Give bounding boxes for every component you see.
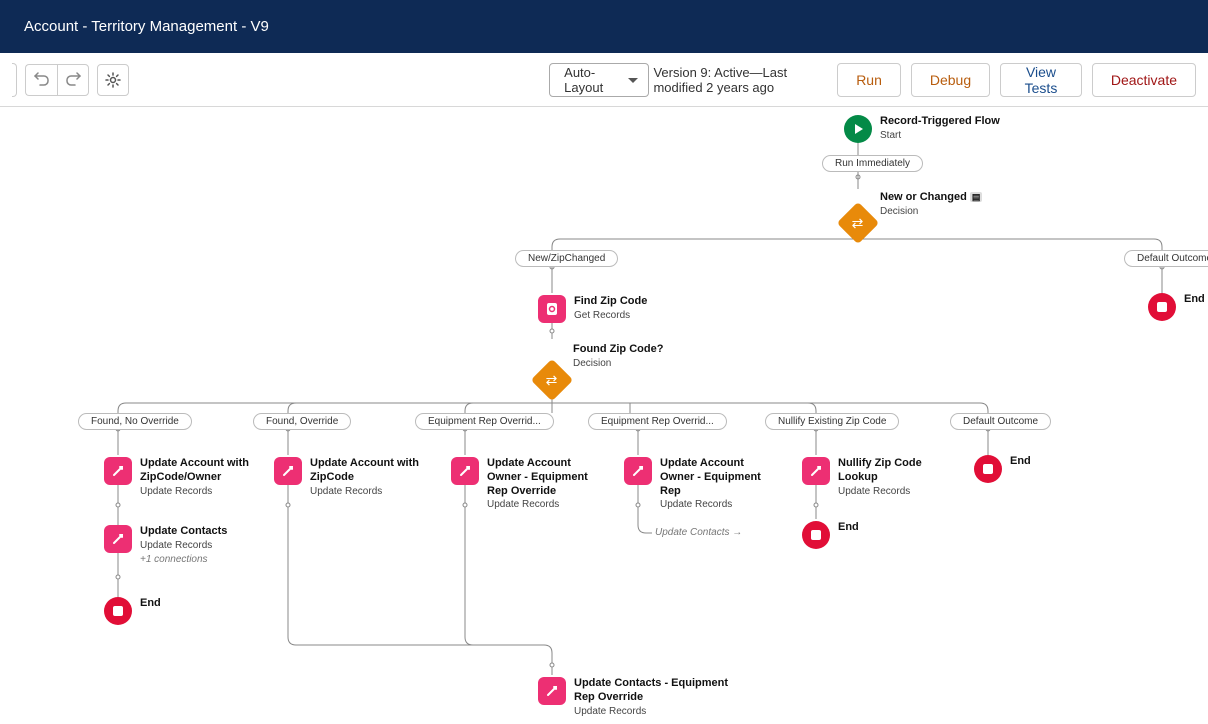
debug-button[interactable]: Debug [911,63,990,97]
decision2-label: Found Zip Code? Decision [573,343,663,371]
decision2-sub: Decision [573,358,611,369]
nc2-sub: Update Records [574,706,646,717]
decision-new-or-changed[interactable]: ⇄ [843,208,873,238]
end-node-branch6[interactable]: End [974,455,1031,483]
deactivate-button[interactable]: Deactivate [1092,63,1196,97]
end-b5-label: End [838,521,859,533]
run-immediately-pill[interactable]: Run Immediately [822,155,923,172]
redo-button[interactable] [57,64,89,96]
layout-select-label: Auto-Layout [564,65,622,95]
nc2-title: Update Contacts - Equipment Rep Override [574,677,728,703]
update-owner-equip-override[interactable]: Update Account Owner - Equipment Rep Ove… [451,457,601,512]
outcome-default-2[interactable]: Default Outcome [950,413,1051,430]
outcome-equip-override-2[interactable]: Equipment Rep Overrid... [588,413,727,430]
error-icon: ▤ [970,192,983,202]
n2-title: Update Account with ZipCode [310,457,419,483]
update-records-icon [802,457,830,485]
play-icon [844,115,872,143]
update-contacts-node[interactable]: Update Contacts Update Records +1 connecti… [104,525,227,566]
stop-icon [104,597,132,625]
nullify-zip-lookup[interactable]: Nullify Zip Code Lookup Update Records [802,457,962,498]
n2-sub: Update Records [310,486,382,497]
update-contacts-equip-override[interactable]: Update Contacts - Equipment Rep Override… [538,677,738,718]
update-records-icon [624,457,652,485]
header: Account - Territory Management - V9 [0,0,1208,53]
get-records-icon [538,295,566,323]
n5-sub: Update Records [838,486,910,497]
outcome-found-override[interactable]: Found, Override [253,413,351,430]
decision1-label: New or Changed ▤ Decision [880,191,982,219]
decision-icon: ⇄ [852,214,864,231]
end-node-branch1[interactable]: End [104,597,161,625]
flow-canvas[interactable]: Record-Triggered Flow Start Run Immediate… [0,107,1208,724]
layout-select[interactable]: Auto-Layout [549,63,649,97]
stop-icon [802,521,830,549]
update-owner-equip-rep[interactable]: Update Account Owner - Equipment Rep Upda… [624,457,774,512]
update-account-zipcode[interactable]: Update Account with ZipCode Update Record… [274,457,444,498]
version-status: Version 9: Active—Last modified 2 years … [653,65,823,95]
find-zip-sub: Get Records [574,310,630,321]
find-zip-node[interactable]: Find Zip Code Get Records [538,295,647,323]
start-sub: Start [880,130,901,141]
n4-title: Update Account Owner - Equipment Rep [660,457,761,497]
update-records-icon [104,457,132,485]
end-node-default1[interactable]: End [1148,293,1205,321]
outcome-new-zipchanged[interactable]: New/ZipChanged [515,250,618,267]
outcome-nullify[interactable]: Nullify Existing Zip Code [765,413,899,430]
undo-button[interactable] [25,64,57,96]
update-records-icon [274,457,302,485]
settings-button[interactable] [97,64,129,96]
run-button[interactable]: Run [837,63,901,97]
update-records-icon [538,677,566,705]
start-node[interactable]: Record-Triggered Flow Start [844,115,1000,143]
outcome-equip-override-1[interactable]: Equipment Rep Overrid... [415,413,554,430]
end-node-branch5[interactable]: End [802,521,859,549]
page-title: Account - Territory Management - V9 [24,18,269,35]
toolbar: Auto-Layout Version 9: Active—Last modif… [0,53,1208,107]
n1-title: Update Account with ZipCode/Owner [140,457,249,483]
update-records-icon [104,525,132,553]
end-b1-label: End [140,597,161,609]
stop-icon [974,455,1002,483]
view-tests-button[interactable]: View Tests [1000,63,1082,97]
n3-sub: Update Records [487,499,559,510]
nc-extra: +1 connections [140,554,208,565]
update-account-zipcode-owner[interactable]: Update Account with ZipCode/Owner Update … [104,457,274,498]
n1-sub: Update Records [140,486,212,497]
goto-update-contacts[interactable]: Update Contacts → [655,527,742,538]
stop-icon [1148,293,1176,321]
n3-title: Update Account Owner - Equipment Rep Ove… [487,457,588,497]
decision1-title: New or Changed [880,191,967,203]
nc-title: Update Contacts [140,525,227,537]
n5-title: Nullify Zip Code Lookup [838,457,922,483]
find-zip-title: Find Zip Code [574,295,647,307]
outcome-found-no-override[interactable]: Found, No Override [78,413,192,430]
panel-toggle[interactable] [12,63,17,97]
start-title: Record-Triggered Flow [880,115,1000,127]
decision1-sub: Decision [880,206,918,217]
end-top-label: End [1184,293,1205,305]
outcome-default-1[interactable]: Default Outcome [1124,250,1208,267]
n4-sub: Update Records [660,499,732,510]
update-records-icon [451,457,479,485]
nc-sub: Update Records [140,540,212,551]
decision2-title: Found Zip Code? [573,343,663,355]
decision-icon: ⇄ [546,371,558,388]
decision-found-zip[interactable]: ⇄ [537,365,567,395]
end-b6-label: End [1010,455,1031,467]
